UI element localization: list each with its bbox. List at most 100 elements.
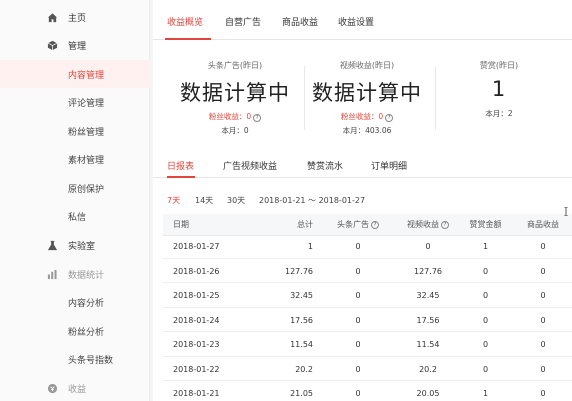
help-icon[interactable]: ? — [441, 220, 449, 229]
stat-headline-ads: 头条广告(昨日) 数据计算中 粉丝收益：0? 本月：0 — [161, 56, 309, 142]
divider — [435, 66, 436, 130]
home-icon — [46, 11, 58, 23]
bar-chart-icon — [46, 268, 58, 280]
header-goods-income: 商品收益 — [527, 220, 559, 229]
sidebar-item-messages[interactable]: 私信 — [0, 202, 150, 230]
tab-order-details[interactable]: 订单明细 — [371, 159, 407, 172]
cell-headline-ads: 0 — [355, 389, 361, 399]
cell-total: 21.05 — [290, 389, 313, 399]
sidebar-item-content-management[interactable]: 内容管理 — [0, 60, 150, 88]
cell-total: 1 — [307, 242, 313, 252]
cell-goods-income: 0 — [540, 291, 546, 301]
header-total: 总计 — [297, 220, 313, 229]
cell-goods-income: 0 — [540, 266, 546, 276]
stat-month: 本月：403.06 — [342, 126, 392, 135]
stat-month: 本月：2 — [485, 109, 513, 118]
sidebar-item-label: 管理 — [68, 41, 87, 52]
app-window: 主页 管理 内容管理 评论管理 粉丝管理 素材管理 原创保护 私信 实验室 数据… — [0, 0, 572, 401]
table-row: 2018-01-23 11.54 0 11.54 0 0 — [163, 334, 572, 357]
tab-daily-report[interactable]: 日报表 — [167, 159, 194, 172]
stat-value: 1 — [491, 77, 507, 101]
cube-icon — [46, 39, 58, 51]
sidebar-item-label: 粉丝管理 — [68, 127, 105, 138]
cell-praise-amount: 1 — [482, 389, 489, 399]
date-range-picker[interactable]: 2018-01-21 ～ 2018-01-27 — [259, 195, 365, 206]
sidebar-item-content-analysis[interactable]: 内容分析 — [0, 288, 150, 316]
coin-icon — [46, 382, 58, 394]
cell-video-income: 0 — [425, 242, 431, 252]
sidebar-item-label: 实验室 — [68, 241, 96, 252]
cell-date: 2018-01-23 — [173, 340, 220, 350]
cell-praise-amount: 0 — [482, 266, 489, 276]
table-row: 2018-01-27 1 0 0 1 0 — [163, 236, 572, 259]
sidebar-item-label: 主页 — [68, 13, 87, 24]
table-row: 2018-01-24 17.56 0 17.56 0 0 — [163, 310, 572, 332]
tab-income-settings[interactable]: 收益设置 — [338, 15, 374, 28]
help-icon[interactable]: ? — [385, 114, 394, 122]
sidebar-item-fans-management[interactable]: 粉丝管理 — [0, 117, 150, 145]
cell-date: 2018-01-22 — [173, 364, 220, 374]
stat-month: 本月：0 — [221, 126, 249, 135]
tab-praise-flow[interactable]: 赞赏流水 — [307, 159, 343, 172]
cell-praise-amount: 0 — [482, 340, 489, 350]
header-date: 日期 — [173, 220, 189, 229]
cell-date: 2018-01-26 — [173, 266, 220, 276]
sidebar-item-fans-analysis[interactable]: 粉丝分析 — [0, 317, 150, 345]
range-30-days[interactable]: 30天 — [227, 195, 245, 206]
tab-goods-income[interactable]: 商品收益 — [282, 15, 318, 28]
cell-video-income: 32.45 — [416, 291, 440, 301]
stat-title: 头条广告(昨日) — [207, 61, 263, 70]
sidebar-item-comment-management[interactable]: 评论管理 — [0, 88, 150, 116]
sidebar: 主页 管理 内容管理 评论管理 粉丝管理 素材管理 原创保护 私信 实验室 数据… — [0, 0, 150, 401]
report-tabs: 日报表 广告视频收益 赞赏流水 订单明细 — [153, 152, 572, 178]
sidebar-item-material-management[interactable]: 素材管理 — [0, 145, 150, 173]
flask-icon — [46, 239, 58, 251]
sidebar-item-label: 头条号指数 — [68, 355, 114, 366]
sidebar-item-label: 评论管理 — [68, 98, 105, 109]
sidebar-item-lab[interactable]: 实验室 — [0, 231, 150, 259]
cell-total: 17.56 — [290, 315, 313, 325]
tab-ad-video-income[interactable]: 广告视频收益 — [223, 159, 277, 172]
sidebar-item-account-index[interactable]: 头条号指数 — [0, 345, 150, 373]
sidebar-item-income[interactable]: 收益 — [0, 374, 150, 401]
header-praise-amount: 赞赏金额 — [469, 220, 502, 229]
cell-praise-amount: 0 — [482, 291, 489, 301]
tab-income-overview[interactable]: 收益概览 — [167, 15, 203, 28]
cell-headline-ads: 0 — [355, 242, 361, 252]
cell-total: 127.76 — [285, 266, 313, 276]
stat-video-income: 视频收益(昨日) 数据计算中 粉丝收益：0? 本月：403.06 — [297, 56, 437, 142]
cell-headline-ads: 0 — [355, 266, 361, 276]
active-tab-indicator — [167, 176, 195, 178]
sidebar-item-manage[interactable]: 管理 — [0, 31, 150, 59]
cell-date: 2018-01-25 — [173, 291, 220, 301]
sidebar-item-label: 内容分析 — [68, 298, 105, 309]
table-row: 2018-01-22 20.2 0 20.2 0 0 — [163, 359, 572, 381]
range-14-days[interactable]: 14天 — [195, 195, 213, 206]
cell-goods-income: 0 — [540, 389, 546, 399]
stat-value: 数据计算中 — [180, 81, 290, 105]
sidebar-item-statistics[interactable]: 数据统计 — [0, 260, 150, 288]
cell-date: 2018-01-27 — [173, 242, 220, 252]
range-7-days[interactable]: 7天 — [167, 195, 180, 206]
cell-total: 20.2 — [295, 364, 313, 374]
cell-video-income: 20.2 — [419, 364, 437, 374]
cell-video-income: 127.76 — [414, 266, 442, 276]
cell-video-income: 17.56 — [416, 315, 440, 325]
date-filters: 7天 14天 30天 2018-01-21 ～ 2018-01-27 — [153, 195, 572, 209]
help-icon[interactable]: ? — [371, 220, 379, 229]
cell-headline-ads: 0 — [355, 315, 361, 325]
table-row: 2018-01-21 21.05 0 20.05 1 0 — [163, 383, 572, 401]
tab-self-ads[interactable]: 自营广告 — [225, 15, 261, 28]
header-video-income: 视频收益? — [398, 214, 458, 235]
cell-goods-income: 0 — [540, 242, 546, 252]
active-tab-indicator — [165, 38, 211, 40]
table-row: 2018-01-26 127.76 0 127.76 0 0 — [163, 261, 572, 283]
table-header: 日期 总计 头条广告? 视频收益? 赞赏金额 商品收益 — [163, 214, 572, 236]
sidebar-item-label: 粉丝分析 — [68, 327, 105, 338]
stat-title: 赞赏(昨日) — [479, 61, 519, 70]
sidebar-item-original-protection[interactable]: 原创保护 — [0, 174, 150, 202]
income-summary: 头条广告(昨日) 数据计算中 粉丝收益：0? 本月：0 视频收益(昨日) 数据计… — [153, 56, 572, 142]
help-icon[interactable]: ? — [253, 114, 262, 122]
sidebar-item-home[interactable]: 主页 — [0, 3, 150, 31]
sidebar-item-label: 私信 — [68, 212, 87, 223]
